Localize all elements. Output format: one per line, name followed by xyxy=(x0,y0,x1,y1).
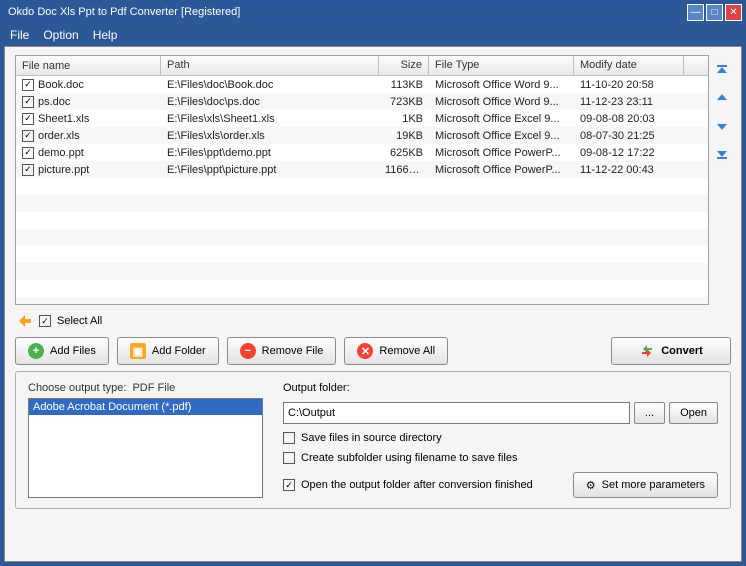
set-more-parameters-button[interactable]: ⚙ Set more parameters xyxy=(573,472,718,498)
move-up-button[interactable] xyxy=(713,89,731,107)
minimize-button[interactable]: — xyxy=(687,4,704,21)
cell-date: 11-10-20 20:58 xyxy=(574,79,684,91)
move-bottom-button[interactable] xyxy=(713,145,731,163)
plus-icon: + xyxy=(28,343,44,359)
cell-path: E:\Files\xls\order.xls xyxy=(161,130,379,142)
add-files-button[interactable]: + Add Files xyxy=(15,337,109,365)
cell-type: Microsoft Office Word 9... xyxy=(429,96,574,108)
table-row[interactable]: ✓ Sheet1.xls E:\Files\xls\Sheet1.xls1KBMic… xyxy=(16,110,708,127)
cell-path: E:\Files\ppt\demo.ppt xyxy=(161,147,379,159)
cell-filename: ps.doc xyxy=(38,96,70,108)
cell-date: 11-12-22 00:43 xyxy=(574,164,684,176)
header-size[interactable]: Size xyxy=(379,56,429,75)
open-after-label: Open the output folder after conversion … xyxy=(301,479,533,491)
cell-date: 09-08-08 20:03 xyxy=(574,113,684,125)
choose-type-label: Choose output type: xyxy=(28,382,126,394)
folder-icon: ▣ xyxy=(130,343,146,359)
cell-date: 11-12-23 23:11 xyxy=(574,96,684,108)
row-checkbox[interactable]: ✓ xyxy=(22,79,34,91)
list-item[interactable]: Adobe Acrobat Document (*.pdf) xyxy=(29,399,262,415)
save-source-checkbox[interactable] xyxy=(283,432,295,444)
x-icon: ✕ xyxy=(357,343,373,359)
window-title: Okdo Doc Xls Ppt to Pdf Converter [Regis… xyxy=(4,6,687,18)
table-row[interactable]: ✓ demo.ppt E:\Files\ppt\demo.ppt625KBMicro… xyxy=(16,144,708,161)
header-path[interactable]: Path xyxy=(161,56,379,75)
cell-filename: order.xls xyxy=(38,130,80,142)
menu-file[interactable]: File xyxy=(10,28,29,42)
create-subfolder-label: Create subfolder using filename to save … xyxy=(301,452,517,464)
save-source-label: Save files in source directory xyxy=(301,432,442,444)
cell-path: E:\Files\doc\Book.doc xyxy=(161,79,379,91)
open-folder-button[interactable]: Open xyxy=(669,402,718,424)
menu-help[interactable]: Help xyxy=(93,28,118,42)
add-folder-button[interactable]: ▣ Add Folder xyxy=(117,337,219,365)
titlebar: Okdo Doc Xls Ppt to Pdf Converter [Regis… xyxy=(0,0,746,24)
table-row[interactable]: ✓ picture.ppt E:\Files\ppt\picture.ppt1166… xyxy=(16,161,708,178)
cell-filename: Book.doc xyxy=(38,79,84,91)
row-checkbox[interactable]: ✓ xyxy=(22,96,34,108)
move-top-button[interactable] xyxy=(713,61,731,79)
cell-size: 19KB xyxy=(379,130,429,142)
header-filename[interactable]: File name xyxy=(16,56,161,75)
back-icon[interactable] xyxy=(17,313,33,329)
cell-date: 08-07-30 21:25 xyxy=(574,130,684,142)
move-down-button[interactable] xyxy=(713,117,731,135)
close-button[interactable]: ✕ xyxy=(725,4,742,21)
cell-type: Microsoft Office PowerP... xyxy=(429,147,574,159)
cell-size: 723KB xyxy=(379,96,429,108)
convert-icon xyxy=(639,343,655,359)
browse-button[interactable]: ... xyxy=(634,402,665,424)
output-folder-label: Output folder: xyxy=(283,382,718,394)
file-table[interactable]: File name Path Size File Type Modify dat… xyxy=(15,55,709,305)
maximize-button[interactable]: □ xyxy=(706,4,723,21)
cell-path: E:\Files\xls\Sheet1.xls xyxy=(161,113,379,125)
select-all-label: Select All xyxy=(57,315,102,327)
cell-path: E:\Files\doc\ps.doc xyxy=(161,96,379,108)
header-modifydate[interactable]: Modify date xyxy=(574,56,684,75)
cell-size: 625KB xyxy=(379,147,429,159)
table-row[interactable]: ✓ ps.doc E:\Files\doc\ps.doc723KBMicrosoft… xyxy=(16,93,708,110)
output-type-value: PDF File xyxy=(132,382,175,394)
table-row[interactable]: ✓ Book.doc E:\Files\doc\Book.doc113KBMicro… xyxy=(16,76,708,93)
cell-type: Microsoft Office Excel 9... xyxy=(429,130,574,142)
cell-path: E:\Files\ppt\picture.ppt xyxy=(161,164,379,176)
convert-button[interactable]: Convert xyxy=(611,337,731,365)
cell-date: 09-08-12 17:22 xyxy=(574,147,684,159)
row-checkbox[interactable]: ✓ xyxy=(22,130,34,142)
create-subfolder-checkbox[interactable] xyxy=(283,452,295,464)
output-folder-input[interactable] xyxy=(283,402,630,424)
output-type-listbox[interactable]: Adobe Acrobat Document (*.pdf) xyxy=(28,398,263,498)
row-checkbox[interactable]: ✓ xyxy=(22,164,34,176)
table-row[interactable]: ✓ order.xls E:\Files\xls\order.xls19KBMicr… xyxy=(16,127,708,144)
row-checkbox[interactable]: ✓ xyxy=(22,147,34,159)
open-after-checkbox[interactable]: ✓ xyxy=(283,479,295,491)
cell-type: Microsoft Office PowerP... xyxy=(429,164,574,176)
remove-file-button[interactable]: − Remove File xyxy=(227,337,337,365)
cell-size: 1KB xyxy=(379,113,429,125)
cell-type: Microsoft Office Excel 9... xyxy=(429,113,574,125)
gear-icon: ⚙ xyxy=(586,479,596,492)
cell-filename: demo.ppt xyxy=(38,147,84,159)
cell-type: Microsoft Office Word 9... xyxy=(429,79,574,91)
menubar: File Option Help xyxy=(4,24,742,46)
row-checkbox[interactable]: ✓ xyxy=(22,113,34,125)
remove-all-button[interactable]: ✕ Remove All xyxy=(344,337,448,365)
cell-size: 113KB xyxy=(379,79,429,91)
cell-size: 1166KB xyxy=(379,164,429,176)
header-filetype[interactable]: File Type xyxy=(429,56,574,75)
select-all-checkbox[interactable]: ✓ xyxy=(39,315,51,327)
minus-icon: − xyxy=(240,343,256,359)
cell-filename: Sheet1.xls xyxy=(38,113,89,125)
cell-filename: picture.ppt xyxy=(38,164,89,176)
menu-option[interactable]: Option xyxy=(43,28,78,42)
